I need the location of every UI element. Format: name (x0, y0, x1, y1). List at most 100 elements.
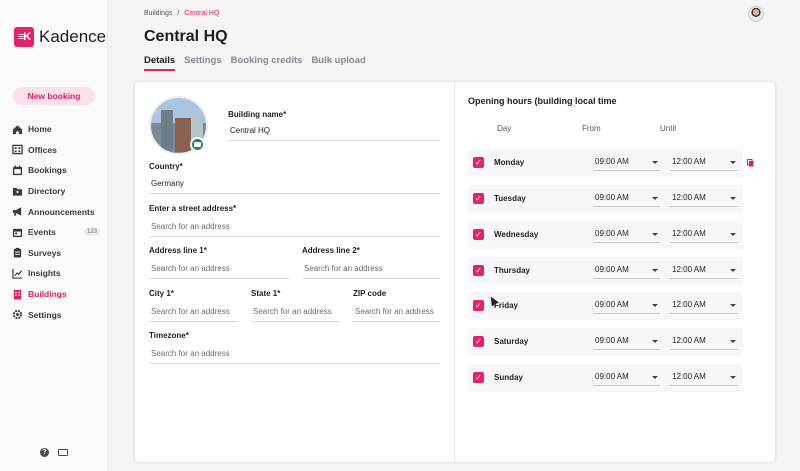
logo[interactable]: ≡K Kadence (14, 27, 106, 47)
from-time-select[interactable]: 09:00 AM (593, 296, 660, 314)
day-checkbox[interactable]: ✓ (473, 265, 484, 276)
hours-row: ✓ Tuesday 09:00 AM 12:00 AM (468, 185, 743, 213)
details-card: Building name* Central HQ Country* Germa… (135, 82, 775, 462)
address-line-2-input[interactable]: Search for an address (302, 263, 440, 279)
sidebar-item-label: Insights (28, 268, 61, 279)
sidebar-item-events[interactable]: Events 123 (12, 222, 100, 243)
sidebar-item-announcements[interactable]: Announcements (12, 201, 100, 222)
day-checkbox[interactable]: ✓ (473, 300, 484, 311)
copy-icon[interactable] (747, 159, 754, 167)
until-time-value: 12:00 AM (672, 157, 706, 166)
clipboard-icon (12, 247, 23, 258)
sidebar-item-home[interactable]: Home (12, 119, 100, 140)
until-time-select[interactable]: 12:00 AM (670, 368, 738, 386)
gear-icon (12, 309, 23, 320)
state-input[interactable]: Search for an address (251, 306, 340, 322)
breadcrumb: Buildings / Central HQ (144, 10, 219, 17)
from-time-select[interactable]: 09:00 AM (593, 189, 660, 207)
from-time-value: 09:00 AM (595, 229, 629, 238)
until-time-value: 12:00 AM (672, 229, 706, 238)
until-time-select[interactable]: 12:00 AM (670, 153, 738, 171)
building-name-label: Building name* (228, 110, 287, 119)
events-count-badge: 123 (83, 228, 100, 237)
day-checkbox[interactable]: ✓ (473, 336, 484, 347)
until-time-select[interactable]: 12:00 AM (670, 332, 738, 350)
day-checkbox[interactable]: ✓ (473, 372, 484, 383)
camera-icon[interactable] (190, 137, 205, 152)
sidebar-nav: Home Offices Bookings Directory Announce… (12, 119, 100, 325)
day-checkbox[interactable]: ✓ (473, 193, 484, 204)
keyboard-icon[interactable] (58, 449, 68, 456)
day-checkbox[interactable]: ✓ (473, 229, 484, 240)
chevron-down-icon (652, 376, 658, 379)
opening-hours-title: Opening hours (building local time (468, 96, 617, 106)
home-icon (12, 124, 23, 135)
address-line-2-label: Address line 2* (302, 246, 360, 255)
address-line-1-label: Address line 1* (149, 246, 207, 255)
directory-icon (12, 186, 23, 197)
from-time-select[interactable]: 09:00 AM (593, 332, 660, 350)
building-name-input[interactable]: Central HQ (228, 125, 440, 141)
tab-bar: Details Settings Booking credits Bulk up… (144, 55, 366, 71)
sidebar-item-buildings[interactable]: Buildings (12, 284, 100, 305)
day-label: Sunday (494, 373, 523, 382)
sidebar-item-label: Directory (28, 186, 66, 197)
chevron-down-icon (652, 161, 658, 164)
day-label: Monday (494, 158, 525, 167)
tab-settings[interactable]: Settings (184, 55, 221, 71)
camera-glyph (194, 142, 201, 147)
tab-bulk-upload[interactable]: Bulk upload (311, 55, 365, 71)
from-time-value: 09:00 AM (595, 336, 629, 345)
day-checkbox[interactable]: ✓ (473, 157, 484, 168)
from-time-select[interactable]: 09:00 AM (593, 153, 660, 171)
until-time-select[interactable]: 12:00 AM (670, 296, 738, 314)
logo-mark-icon: ≡K (14, 27, 34, 47)
sidebar-item-insights[interactable]: Insights (12, 263, 100, 284)
logo-text: Kadence (39, 27, 107, 46)
city-label: City 1* (149, 289, 174, 298)
building-icon (12, 289, 23, 300)
until-time-value: 12:00 AM (672, 193, 706, 202)
from-time-select[interactable]: 09:00 AM (593, 225, 660, 243)
from-time-value: 09:00 AM (595, 372, 629, 381)
bookings-icon (12, 165, 23, 176)
from-time-select[interactable]: 09:00 AM (593, 368, 660, 386)
from-column-header: From (582, 124, 601, 133)
until-time-value: 12:00 AM (672, 372, 706, 381)
until-time-select[interactable]: 12:00 AM (670, 189, 738, 207)
hours-row: ✓ Thursday 09:00 AM 12:00 AM (468, 257, 743, 285)
from-time-select[interactable]: 09:00 AM (593, 261, 660, 279)
sidebar-item-settings[interactable]: Settings (12, 304, 100, 325)
country-input[interactable]: Germany (149, 178, 440, 194)
chevron-down-icon (730, 269, 736, 272)
sidebar-item-directory[interactable]: Directory (12, 181, 100, 202)
sidebar-item-label: Settings (28, 309, 62, 320)
country-label: Country* (149, 162, 183, 171)
until-time-select[interactable]: 12:00 AM (670, 261, 738, 279)
tab-booking-credits[interactable]: Booking credits (231, 55, 303, 71)
from-time-value: 09:00 AM (595, 193, 629, 202)
avatar[interactable] (748, 6, 764, 22)
day-label: Tuesday (494, 194, 526, 203)
sidebar-item-offices[interactable]: Offices (12, 140, 100, 161)
offices-icon (12, 144, 23, 155)
address-line-1-input[interactable]: Search for an address (149, 263, 289, 279)
tab-details[interactable]: Details (144, 55, 176, 71)
until-time-value: 12:00 AM (672, 300, 706, 309)
timezone-input[interactable]: Search for an address (149, 348, 440, 364)
chevron-down-icon (652, 233, 658, 236)
sidebar-item-label: Events (28, 227, 56, 238)
sidebar-item-bookings[interactable]: Bookings (12, 160, 100, 181)
street-input[interactable]: Search for an address (149, 221, 440, 237)
hours-row: ✓ Saturday 09:00 AM 12:00 AM (468, 328, 743, 356)
photo-building-shape (161, 110, 173, 150)
zip-input[interactable]: Search for an address (353, 306, 440, 322)
sidebar-item-surveys[interactable]: Surveys (12, 243, 100, 264)
help-icon[interactable]: ? (40, 448, 49, 457)
until-time-select[interactable]: 12:00 AM (670, 225, 738, 243)
breadcrumb-separator: / (177, 10, 180, 17)
new-booking-button[interactable]: New booking (13, 87, 95, 105)
city-input[interactable]: Search for an address (149, 306, 238, 322)
breadcrumb-parent-link[interactable]: Buildings (144, 10, 172, 17)
from-time-value: 09:00 AM (595, 265, 629, 274)
